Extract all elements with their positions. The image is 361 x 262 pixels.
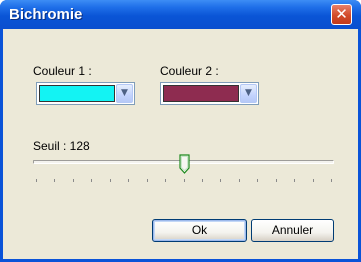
- slider-tick: [54, 179, 56, 182]
- color1-swatch: [39, 85, 115, 102]
- dialog-body: Couleur 1 : ▼ Couleur 2 : ▼ Seuil : 128 …: [3, 29, 358, 259]
- color1-label: Couleur 1 :: [33, 64, 92, 78]
- slider-tick: [128, 179, 130, 182]
- color2-dropdown-button[interactable]: ▼: [240, 84, 257, 103]
- slider-tick: [257, 179, 259, 182]
- slider-tick: [165, 179, 167, 182]
- color1-dropdown[interactable]: ▼: [36, 82, 135, 105]
- slider-tick: [91, 179, 93, 182]
- ok-button[interactable]: Ok: [152, 219, 247, 242]
- slider-tick: [275, 179, 277, 182]
- close-button[interactable]: ✕: [331, 4, 352, 25]
- slider-tick: [220, 179, 222, 182]
- slider-tick: [109, 179, 111, 182]
- title-bar[interactable]: Bichromie ✕: [0, 0, 361, 29]
- slider-tick: [36, 179, 37, 182]
- slider-tick: [312, 179, 314, 182]
- slider-tick: [183, 179, 185, 182]
- dialog-window: Bichromie ✕ Couleur 1 : ▼ Couleur 2 : ▼ …: [0, 0, 361, 262]
- color2-swatch: [163, 85, 239, 102]
- slider-tick: [331, 179, 332, 182]
- chevron-down-icon: ▼: [121, 88, 128, 98]
- slider-tick: [201, 179, 203, 182]
- dialog-title: Bichromie: [9, 6, 83, 23]
- slider-tick: [294, 179, 296, 182]
- slider-tick: [72, 179, 74, 182]
- slider-tick: [146, 179, 148, 182]
- close-icon: ✕: [335, 5, 348, 23]
- threshold-label: Seuil : 128: [33, 139, 90, 153]
- color2-label: Couleur 2 :: [160, 64, 219, 78]
- color1-dropdown-button[interactable]: ▼: [116, 84, 133, 103]
- cancel-button[interactable]: Annuler: [251, 219, 334, 242]
- color2-dropdown[interactable]: ▼: [160, 82, 259, 105]
- slider-tick: [238, 179, 240, 182]
- slider-thumb[interactable]: [178, 154, 190, 175]
- chevron-down-icon: ▼: [245, 88, 252, 98]
